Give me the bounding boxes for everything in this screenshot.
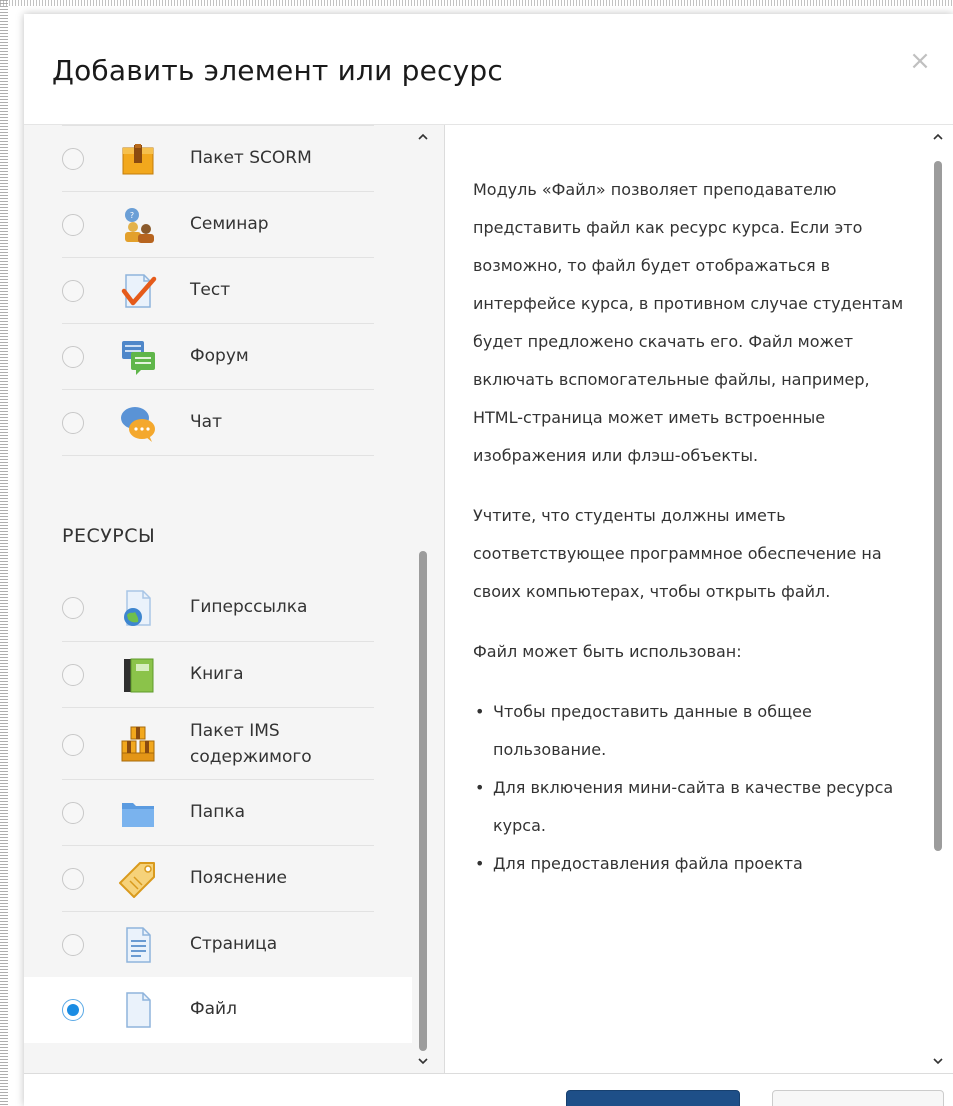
workshop-icon: ? — [125, 208, 154, 243]
left-scroll-thumb[interactable] — [419, 551, 427, 1051]
list-item-label: Книга — [190, 664, 244, 684]
book-icon — [124, 658, 154, 693]
list-item-label: Пакет IMS содержимого — [190, 721, 312, 767]
help-paragraph: Модуль «Файл» позволяет преподавателю пр… — [473, 180, 904, 465]
radio-quiz[interactable] — [62, 280, 84, 302]
right-scroll-thumb[interactable] — [934, 161, 942, 851]
list-item-label: Форум — [190, 346, 249, 366]
radio-url[interactable] — [62, 597, 84, 619]
list-item-url[interactable]: Гиперссылка — [62, 575, 374, 641]
radio-chat[interactable] — [62, 412, 84, 434]
quiz-icon — [121, 274, 157, 308]
list-item-label: Семинар — [190, 214, 269, 234]
scroll-down-icon[interactable] — [417, 1055, 429, 1067]
scorm-package-icon — [122, 144, 154, 175]
list-item-chat[interactable]: Чат — [62, 389, 374, 456]
help-bullet-list: Чтобы предоставить данные в общее пользо… — [473, 693, 913, 883]
list-item-folder[interactable]: Папка — [62, 779, 374, 846]
list-item-label: Пакет SCORM — [190, 148, 312, 168]
list-item-label: Папка — [190, 802, 246, 822]
radio-workshop[interactable] — [62, 214, 84, 236]
dialog-title: Добавить элемент или ресурс — [52, 54, 503, 87]
window-edge-top — [0, 0, 953, 6]
help-paragraph: Файл может быть использован: — [473, 642, 742, 661]
window-edge-left — [0, 0, 8, 1106]
help-bullet: Чтобы предоставить данные в общее пользо… — [475, 693, 913, 769]
list-item-workshop[interactable]: ? Семинар — [62, 191, 374, 258]
radio-book[interactable] — [62, 664, 84, 686]
radio-folder[interactable] — [62, 802, 84, 824]
label-tag-icon — [119, 862, 155, 898]
list-item-ims[interactable]: Пакет IMS содержимого — [62, 707, 374, 780]
add-activity-dialog: Добавить элемент или ресурс × Пакет SCOR… — [24, 14, 953, 1106]
right-scrollbar[interactable] — [931, 131, 945, 1067]
radio-label-resource[interactable] — [62, 868, 84, 890]
radio-file[interactable] — [62, 999, 84, 1021]
radio-forum[interactable] — [62, 346, 84, 368]
ims-package-icon — [121, 726, 155, 762]
list-item-label: Файл — [190, 999, 237, 1019]
list-item-label: Гиперссылка — [190, 597, 308, 617]
page-icon — [126, 927, 151, 963]
resources-heading: РЕСУРСЫ — [62, 525, 156, 547]
scroll-up-icon[interactable] — [417, 131, 429, 143]
dialog-footer: Добавить Отмена — [24, 1073, 953, 1106]
add-button[interactable]: Добавить — [566, 1090, 740, 1106]
dialog-body: Пакет SCORM ? Семинар Тест Форум Чат РЕС… — [24, 125, 953, 1073]
list-item-label: Тест — [190, 280, 231, 300]
list-item-label: Чат — [190, 412, 222, 432]
help-bullet: Для предоставления файла проекта — [475, 845, 913, 883]
dialog-header: Добавить элемент или ресурс × — [24, 14, 953, 125]
list-item-page[interactable]: Страница — [62, 911, 374, 978]
list-item-forum[interactable]: Форум — [62, 323, 374, 390]
help-bullet: Для включения мини-сайта в качестве ресу… — [475, 769, 913, 845]
module-chooser-list: Пакет SCORM ? Семинар Тест Форум Чат РЕС… — [24, 125, 445, 1073]
chat-icon — [121, 407, 155, 442]
list-divider — [62, 455, 374, 457]
radio-scorm[interactable] — [62, 148, 84, 170]
left-scrollbar[interactable] — [416, 131, 430, 1067]
list-item-label-resource[interactable]: Пояснение — [62, 845, 374, 912]
list-item-book[interactable]: Книга — [62, 641, 374, 708]
list-item-scorm[interactable]: Пакет SCORM — [62, 125, 374, 192]
module-help-pane: Модуль «Файл» позволяет преподавателю пр… — [445, 125, 953, 1073]
forum-icon — [122, 341, 155, 375]
list-item-file[interactable]: Файл — [24, 977, 412, 1043]
list-item-label: Страница — [190, 934, 278, 954]
folder-icon — [122, 803, 154, 827]
url-icon — [124, 590, 151, 626]
radio-page[interactable] — [62, 934, 84, 956]
cancel-button[interactable]: Отмена — [772, 1090, 944, 1106]
help-paragraph: Учтите, что студенты должны иметь соотве… — [473, 506, 882, 601]
svg-text:?: ? — [130, 211, 134, 220]
help-text: Модуль «Файл» позволяет преподавателю пр… — [473, 171, 913, 883]
close-icon[interactable]: × — [907, 48, 933, 74]
file-icon — [126, 992, 151, 1028]
scroll-up-icon[interactable] — [932, 131, 944, 143]
list-item-quiz[interactable]: Тест — [62, 257, 374, 324]
list-item-label: Пояснение — [190, 868, 287, 888]
radio-ims[interactable] — [62, 734, 84, 756]
scroll-down-icon[interactable] — [932, 1055, 944, 1067]
